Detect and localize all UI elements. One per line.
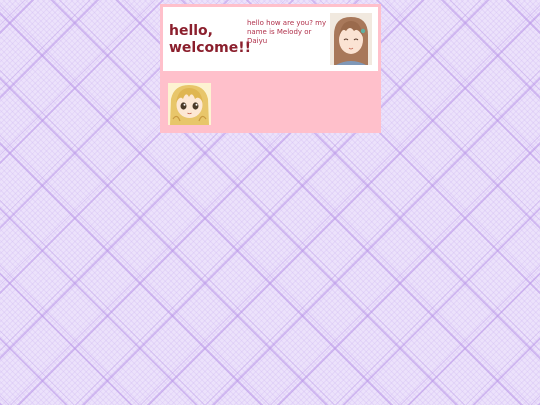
anime-girl-icon (168, 83, 211, 125)
welcome-header: hello, welcome!! hello how are you? my n… (163, 7, 378, 71)
anime-girl-icon (330, 13, 372, 65)
blonde-hair-avatar-image (168, 83, 211, 125)
welcome-title: hello, welcome!! (169, 23, 251, 56)
profile-panel: hello, welcome!! hello how are you? my n… (160, 4, 381, 133)
brown-hair-avatar-image (330, 13, 372, 65)
intro-text: hello how are you? my name is Melody or … (247, 19, 327, 45)
